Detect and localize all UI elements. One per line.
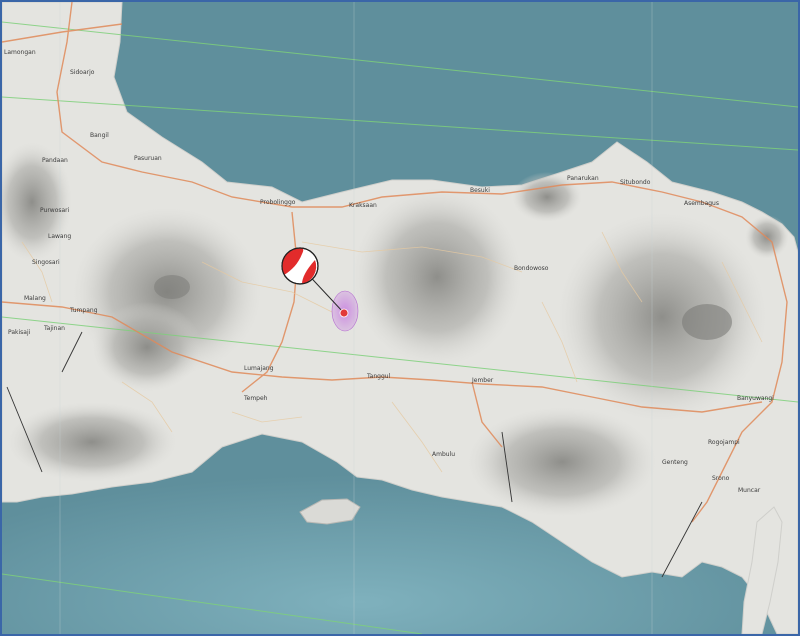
label-lawang: Lawang bbox=[48, 233, 71, 240]
label-situbondo: Situbondo bbox=[620, 179, 651, 186]
label-muncar: Muncar bbox=[738, 487, 761, 494]
volcano-semeru bbox=[92, 302, 202, 392]
label-lamongan: Lamongan bbox=[4, 49, 36, 56]
label-purwosari: Purwosari bbox=[40, 207, 70, 214]
label-asembagus: Asembagus bbox=[684, 200, 719, 207]
bromo-caldera bbox=[154, 275, 190, 299]
map-canvas[interactable]: Sidoarjo Bangil Pasuruan Pandaan Proboli… bbox=[2, 2, 798, 634]
map-view[interactable]: Sidoarjo Bangil Pasuruan Pandaan Proboli… bbox=[0, 0, 800, 636]
label-sidoarjo: Sidoarjo bbox=[70, 69, 95, 76]
label-tanggul: Tanggul bbox=[366, 373, 391, 380]
label-kraksaan: Kraksaan bbox=[349, 202, 377, 209]
label-jember: Jember bbox=[471, 377, 494, 384]
label-bondowoso: Bondowoso bbox=[514, 265, 549, 272]
label-malang: Malang bbox=[24, 295, 46, 302]
volcano-ijen-raung bbox=[557, 212, 767, 422]
label-singosari: Singosari bbox=[32, 259, 60, 266]
label-pakisaji: Pakisaji bbox=[8, 329, 31, 336]
label-lumajang: Lumajang bbox=[244, 365, 274, 372]
label-banyuwangi: Banyuwangi bbox=[737, 395, 774, 402]
label-tempeh: Tempeh bbox=[243, 395, 268, 402]
ijen-crater bbox=[682, 304, 732, 340]
label-rogojampi: Rogojampi bbox=[708, 439, 740, 446]
epicenter-dot[interactable] bbox=[339, 308, 349, 318]
volcano-argopuro bbox=[352, 187, 522, 367]
label-probolinggo: Probolinggo bbox=[260, 199, 296, 206]
label-tajinan: Tajinan bbox=[43, 325, 65, 332]
south-hills-malang bbox=[7, 402, 177, 482]
label-pandaan: Pandaan bbox=[42, 157, 68, 164]
focal-mechanism-beachball[interactable] bbox=[281, 247, 319, 285]
label-pasuruan: Pasuruan bbox=[134, 155, 162, 162]
label-bangil: Bangil bbox=[90, 132, 109, 139]
label-srono: Srono bbox=[712, 475, 730, 482]
label-panarukan: Panarukan bbox=[567, 175, 599, 182]
label-tumpang: Tumpang bbox=[69, 307, 98, 314]
label-besuki: Besuki bbox=[470, 187, 490, 194]
label-ambulu: Ambulu bbox=[432, 451, 455, 458]
label-genteng: Genteng bbox=[662, 459, 688, 466]
south-hills-meru-betiri bbox=[467, 407, 657, 517]
